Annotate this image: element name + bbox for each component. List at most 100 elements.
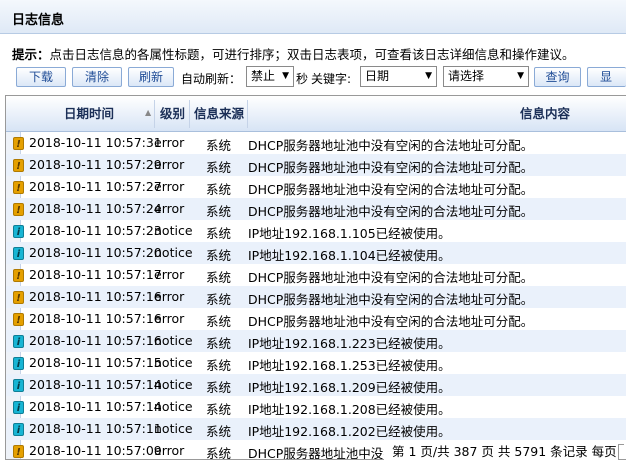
info-icon: i [13,379,24,392]
cell-time: 2018-10-11 10:57:16 [29,289,162,304]
column-header-time[interactable]: 日期时间 [64,96,114,132]
table-row[interactable]: ! 2018-10-11 10:57:31 error 系统 DHCP服务器地址池中没有… [6,132,626,154]
error-icon: ! [13,313,24,326]
cell-message: DHCP服务器地址池中没有空闲的合法地址可分配。 [248,204,534,219]
cell-level: error [154,443,185,458]
cell-message: IP地址192.168.1.105已经被使用。 [248,226,451,241]
cell-time: 2018-10-11 10:57:17 [29,267,162,282]
cell-message: DHCP服务器地址池中没有空闲的合法地址可分配。 [248,182,534,197]
page-title: 日志信息 [12,13,65,28]
cell-message: IP地址192.168.1.208已经被使用。 [248,402,451,417]
cell-level: error [154,135,185,150]
cell-source: 系统 [206,292,232,307]
keyword-choice-select[interactable]: 请选择 ▼ [443,66,529,87]
error-icon: ! [13,137,24,150]
cell-source: 系统 [206,424,232,439]
auto-refresh-value: 禁止 [251,69,276,83]
cell-time: 2018-10-11 10:57:31 [29,135,162,150]
cell-level: notice [154,421,193,436]
sort-icon: ▲ [145,108,152,117]
dropdown-arrow-icon: ▼ [425,71,432,81]
table-row[interactable]: ! 2018-10-11 10:57:17 error 系统 DHCP服务器地址池中没有… [6,264,626,286]
cell-level: error [154,289,185,304]
cell-level: notice [154,223,193,238]
cell-level: error [154,179,185,194]
table-row[interactable]: i 2018-10-11 10:57:23 notice 系统 IP地址192.168.… [6,220,626,242]
cell-level: error [154,267,185,282]
clear-button[interactable]: 清除 [72,67,122,87]
show-button[interactable]: 显 [587,67,626,87]
log-rows: ! 2018-10-11 10:57:31 error 系统 DHCP服务器地址池中没有… [6,132,626,459]
auto-refresh-label: 自动刷新： [181,72,242,86]
download-button[interactable]: 下载 [16,67,66,87]
refresh-button[interactable]: 刷新 [128,67,174,87]
error-icon: ! [13,159,24,172]
pagination-bar: 第 1 页/共 387 页 共 5791 条记录 每页 [384,443,624,460]
cell-source: 系统 [206,270,232,285]
error-icon: ! [13,445,24,458]
cell-level: notice [154,333,193,348]
error-icon: ! [13,291,24,304]
cell-message: IP地址192.168.1.223已经被使用。 [248,336,451,351]
tip-text: 提示：点击日志信息的各属性标题，可进行排序；双击日志表项，可查看该日志详细信息和… [12,44,575,63]
cell-time: 2018-10-11 10:57:16 [29,333,162,348]
cell-message: IP地址192.168.1.202已经被使用。 [248,424,451,439]
cell-time: 2018-10-11 10:57:27 [29,179,162,194]
cell-time: 2018-10-11 10:57:24 [29,201,162,216]
cell-time: 2018-10-11 10:57:16 [29,311,162,326]
title-bar: 日志信息 [0,0,626,34]
seconds-label: 秒 [296,72,309,86]
cell-time: 2018-10-11 10:57:09 [29,443,162,458]
cell-source: 系统 [206,138,232,153]
cell-level: error [154,311,185,326]
cell-source: 系统 [206,380,232,395]
table-row[interactable]: i 2018-10-11 10:57:16 notice 系统 IP地址192.168.… [6,330,626,352]
cell-level: notice [154,377,193,392]
table-row[interactable]: ! 2018-10-11 10:57:16 error 系统 DHCP服务器地址池中没有… [6,286,626,308]
dropdown-arrow-icon: ▼ [517,71,524,81]
cell-message: DHCP服务器地址池中没有空闲的合法地址可分配。 [248,138,534,153]
table-row[interactable]: i 2018-10-11 10:57:11 notice 系统 IP地址192.168.… [6,418,626,440]
cell-level: notice [154,399,193,414]
column-header-source[interactable]: 信息来源 [194,96,244,132]
info-icon: i [13,357,24,370]
table-row[interactable]: ! 2018-10-11 10:57:29 error 系统 DHCP服务器地址池中没有… [6,154,626,176]
table-row[interactable]: ! 2018-10-11 10:57:27 error 系统 DHCP服务器地址池中没有… [6,176,626,198]
table-row[interactable]: i 2018-10-11 10:57:20 notice 系统 IP地址192.168.… [6,242,626,264]
table-row[interactable]: i 2018-10-11 10:57:14 notice 系统 IP地址192.168.… [6,396,626,418]
cell-level: notice [154,355,193,370]
cell-message: IP地址192.168.1.209已经被使用。 [248,380,451,395]
table-row[interactable]: i 2018-10-11 10:57:15 notice 系统 IP地址192.168.… [6,352,626,374]
cell-message: IP地址192.168.1.104已经被使用。 [248,248,451,263]
cell-message: DHCP服务器地址池中没有空闲的合法地址可分配。 [248,292,534,307]
table-row[interactable]: i 2018-10-11 10:57:14 notice 系统 IP地址192.168.… [6,374,626,396]
auto-refresh-select[interactable]: 禁止 ▼ [246,66,294,87]
cell-level: error [154,201,185,216]
pagination-text: 第 1 页/共 387 页 共 5791 条记录 每页 [392,444,617,459]
info-icon: i [13,247,24,260]
table-row[interactable]: ! 2018-10-11 10:57:16 error 系统 DHCP服务器地址池中没有… [6,308,626,330]
cell-message: IP地址192.168.1.253已经被使用。 [248,358,451,373]
cell-message: DHCP服务器地址池中没有空闲的合法地址可分配。 [248,160,534,175]
info-icon: i [13,401,24,414]
cell-level: error [154,157,185,172]
info-icon: i [13,225,24,238]
cell-time: 2018-10-11 10:57:15 [29,355,162,370]
keyword-field-value: 日期 [365,69,390,83]
keyword-field-select[interactable]: 日期 ▼ [360,66,437,87]
table-row[interactable]: ! 2018-10-11 10:57:24 error 系统 DHCP服务器地址池中没有… [6,198,626,220]
tip-body: 点击日志信息的各属性标题，可进行排序；双击日志表项，可查看该日志详细信息和操作建… [49,47,575,62]
cell-time: 2018-10-11 10:57:14 [29,377,162,392]
log-table: 日期时间 ▲ 级别 信息来源 信息内容 ! 2018-10-11 10:57:31… [5,95,626,460]
column-header-message[interactable]: 信息内容 [520,96,570,132]
cell-source: 系统 [206,248,232,263]
error-icon: ! [13,269,24,282]
cell-time: 2018-10-11 10:57:20 [29,245,162,260]
column-header-level[interactable]: 级别 [160,96,185,132]
query-button[interactable]: 查询 [534,67,581,87]
cell-level: notice [154,245,193,260]
column-divider [189,100,190,128]
table-header: 日期时间 ▲ 级别 信息来源 信息内容 [6,96,626,132]
page-size-input[interactable] [618,444,624,460]
toolbar: 下载 清除 刷新 自动刷新： 禁止 ▼ 秒 关键字: 日期 ▼ 请选择 ▼ 查询… [0,64,626,90]
